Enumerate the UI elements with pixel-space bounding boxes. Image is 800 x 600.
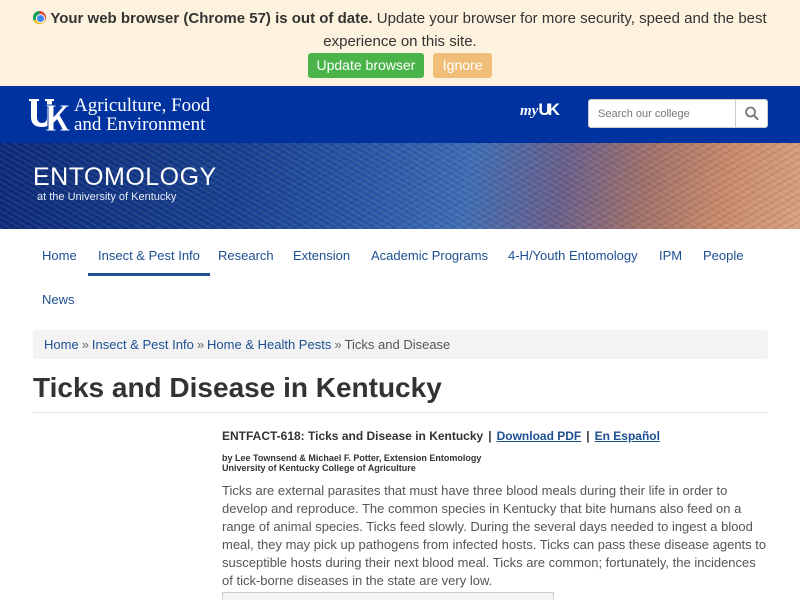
college-name[interactable]: Agriculture, Food and Environment — [74, 96, 210, 134]
entfact-header: ENTFACT-618: Ticks and Disease in Kentuc… — [222, 429, 660, 443]
search-input[interactable] — [589, 100, 735, 127]
breadcrumb-separator: » — [81, 337, 89, 352]
department-title[interactable]: ENTOMOLOGY — [33, 163, 217, 192]
authors-affiliation: University of Kentucky College of Agricu… — [222, 463, 416, 473]
breadcrumb-separator: » — [196, 337, 205, 352]
department-hero: ENTOMOLOGY at the University of Kentucky — [0, 143, 800, 229]
nav-item-news[interactable]: News — [42, 273, 75, 320]
nav-item-ipm[interactable]: IPM — [659, 229, 682, 276]
intro-paragraph: Ticks are external parasites that must h… — [222, 483, 767, 588]
browser-update-banner: Your web browser (Chrome 57) is out of d… — [0, 0, 800, 86]
banner-bold-text: Your web browser (Chrome 57) is out of d… — [50, 10, 373, 27]
nav-item-extension[interactable]: Extension — [293, 229, 350, 276]
pipe-separator: | — [488, 429, 492, 443]
breadcrumb-home-health-pests[interactable]: Home & Health Pests — [207, 337, 331, 352]
title-divider — [33, 412, 768, 413]
myuk-link[interactable]: myUK — [520, 100, 560, 120]
college-name-line1: Agriculture, Food — [74, 95, 211, 116]
search-button[interactable] — [735, 100, 767, 127]
nav-item-insect-pest-info[interactable]: Insect & Pest Info — [88, 229, 210, 276]
article-image — [222, 592, 554, 600]
nav-item-home[interactable]: Home — [42, 229, 77, 276]
pipe-separator: | — [586, 429, 590, 443]
breadcrumb-current: Ticks and Disease — [344, 337, 451, 352]
chrome-icon — [33, 11, 47, 24]
ignore-button[interactable]: Ignore — [432, 53, 493, 78]
breadcrumb-home[interactable]: Home — [44, 337, 79, 352]
college-name-line2: and Environment — [74, 114, 206, 135]
myuk-my: my — [520, 103, 539, 119]
uk-logo-icon[interactable] — [28, 97, 70, 133]
banner-buttons: Update browser Ignore — [0, 53, 800, 78]
search-form — [588, 99, 768, 128]
authors-line: by Lee Townsend & Michael F. Potter, Ext… — [222, 453, 482, 463]
breadcrumb-separator: » — [334, 337, 342, 352]
banner-message: Your web browser (Chrome 57) is out of d… — [0, 7, 800, 53]
department-subtitle: at the University of Kentucky — [37, 191, 177, 203]
myuk-uk: UK — [538, 100, 559, 119]
en-espanol-link[interactable]: En Español — [595, 429, 660, 443]
nav-item-academic-programs[interactable]: Academic Programs — [371, 229, 488, 276]
download-pdf-link[interactable]: Download PDF — [497, 429, 582, 443]
page-title: Ticks and Disease in Kentucky — [33, 372, 442, 403]
banner-text: Update your browser for more security, s… — [323, 10, 767, 50]
nav-item-people[interactable]: People — [703, 229, 743, 276]
breadcrumb-insect-pest-info[interactable]: Insect & Pest Info — [92, 337, 194, 352]
site-header: Agriculture, Food and Environment myUK — [0, 86, 800, 143]
nav-item-4h-youth[interactable]: 4-H/Youth Entomology — [508, 229, 638, 276]
entfact-title: ENTFACT-618: Ticks and Disease in Kentuc… — [222, 429, 484, 443]
main-nav: Home Insect & Pest Info Research Extensi… — [0, 229, 800, 321]
breadcrumb: Home» Insect & Pest Info» Home & Health Pe… — [33, 330, 768, 359]
authors: by Lee Townsend & Michael F. Potter, Ext… — [222, 453, 481, 473]
update-browser-button[interactable]: Update browser — [307, 53, 425, 78]
search-icon — [745, 106, 759, 120]
nav-item-research[interactable]: Research — [218, 229, 274, 276]
